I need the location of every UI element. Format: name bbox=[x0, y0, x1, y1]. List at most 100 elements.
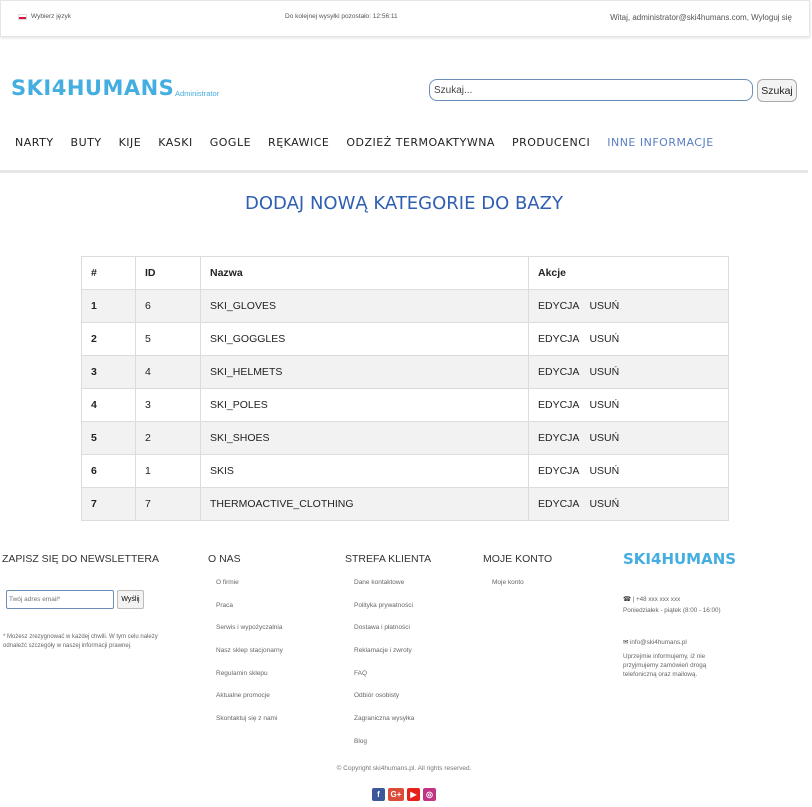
edit-button[interactable]: EDYCJA bbox=[538, 432, 579, 444]
col-header-name: Nazwa bbox=[200, 256, 529, 290]
delete-button[interactable]: USUŃ bbox=[589, 465, 619, 477]
row-name: SKIS bbox=[200, 454, 529, 488]
google-plus-icon[interactable]: G+ bbox=[388, 788, 404, 801]
row-number: 4 bbox=[81, 388, 136, 422]
footer-link[interactable]: Dostawa i płatności bbox=[354, 624, 414, 647]
phone-icon: ☎ bbox=[623, 596, 631, 603]
footer-link[interactable]: Nasz sklep stacjonarny bbox=[216, 647, 283, 670]
footer-onas-title: O NAS bbox=[208, 553, 241, 565]
copyright: © Copyright ski4humans.pl. All rights re… bbox=[336, 765, 472, 772]
footer-link[interactable]: Dane kontaktowe bbox=[354, 579, 414, 602]
footer-link[interactable]: Odbiór osobisty bbox=[354, 692, 414, 715]
col-header-id: ID bbox=[135, 256, 201, 290]
col-header-number: # bbox=[81, 256, 136, 290]
table-row: 2 5 SKI_GOGGLES EDYCJA USUŃ bbox=[81, 322, 729, 356]
nav-item-inne-informacje[interactable]: INNE INFORMACJE bbox=[607, 136, 713, 149]
footer-link[interactable]: Regulamin sklepu bbox=[216, 670, 283, 693]
delete-button[interactable]: USUŃ bbox=[589, 366, 619, 378]
envelope-icon: ✉ bbox=[623, 639, 629, 646]
delete-button[interactable]: USUŃ bbox=[589, 432, 619, 444]
nav-item-buty[interactable]: BUTY bbox=[71, 136, 102, 149]
row-number: 2 bbox=[81, 322, 136, 356]
categories-table: # ID Nazwa Akcje 1 6 SKI_GLOVES EDYCJA US… bbox=[81, 256, 729, 521]
row-actions: EDYCJA USUŃ bbox=[528, 454, 729, 488]
delete-button[interactable]: USUŃ bbox=[589, 399, 619, 411]
footer-link[interactable]: O firmie bbox=[216, 579, 283, 602]
search-button[interactable]: Szukaj bbox=[757, 79, 797, 102]
site-logo[interactable]: SKI4HUMANS bbox=[11, 76, 174, 100]
edit-button[interactable]: EDYCJA bbox=[538, 300, 579, 312]
logo-role-label: Administrator bbox=[175, 89, 220, 98]
table-row: 7 7 THERMOACTIVE_CLOTHING EDYCJA USUŃ bbox=[81, 487, 729, 521]
shipping-countdown: Do kolejnej wysyłki pozostało: 12:56:11 bbox=[285, 13, 398, 20]
poland-flag-icon bbox=[18, 13, 27, 20]
row-id: 4 bbox=[135, 355, 201, 389]
row-actions: EDYCJA USUŃ bbox=[528, 388, 729, 422]
row-number: 3 bbox=[81, 355, 136, 389]
row-actions: EDYCJA USUŃ bbox=[528, 322, 729, 356]
col-header-actions: Akcje bbox=[528, 256, 729, 290]
footer-link[interactable]: Praca bbox=[216, 602, 283, 625]
youtube-icon[interactable]: ▶ bbox=[407, 788, 420, 801]
footer-link[interactable]: Skontaktuj się z nami bbox=[216, 715, 283, 738]
footer-link[interactable]: Aktualne promocje bbox=[216, 692, 283, 715]
phone-number: | +48 xxx xxx xxx bbox=[632, 596, 681, 603]
table-row: 3 4 SKI_HELMETS EDYCJA USUŃ bbox=[81, 355, 729, 389]
table-row: 4 3 SKI_POLES EDYCJA USUŃ bbox=[81, 388, 729, 422]
footer-konto-title: MOJE KONTO bbox=[483, 553, 553, 565]
language-selector[interactable]: Wybierz język bbox=[18, 13, 71, 20]
edit-button[interactable]: EDYCJA bbox=[538, 366, 579, 378]
row-name: SKI_GLOVES bbox=[200, 289, 529, 323]
delete-button[interactable]: USUŃ bbox=[589, 498, 619, 510]
delete-button[interactable]: USUŃ bbox=[589, 333, 619, 345]
row-name: SKI_GOGGLES bbox=[200, 322, 529, 356]
welcome-logout-link[interactable]: Witaj, administrator@ski4humans.com, Wyl… bbox=[610, 13, 792, 22]
footer-link[interactable]: Blog bbox=[354, 738, 414, 761]
newsletter-submit-button[interactable]: Wyślij bbox=[117, 590, 144, 609]
row-name: SKI_HELMETS bbox=[200, 355, 529, 389]
row-actions: EDYCJA USUŃ bbox=[528, 355, 729, 389]
footer-konto-list: Moje konto bbox=[492, 579, 524, 602]
row-number: 7 bbox=[81, 487, 136, 521]
email-address[interactable]: info@ski4humans.pl bbox=[630, 639, 687, 646]
nav-item-gogle[interactable]: GOGLE bbox=[210, 136, 251, 149]
language-label: Wybierz język bbox=[31, 13, 72, 20]
footer-link[interactable]: FAQ bbox=[354, 670, 414, 693]
nav-item-rekawice[interactable]: RĘKAWICE bbox=[268, 136, 329, 149]
row-name: THERMOACTIVE_CLOTHING bbox=[200, 487, 529, 521]
row-name: SKI_SHOES bbox=[200, 421, 529, 455]
row-number: 5 bbox=[81, 421, 136, 455]
table-row: 6 1 SKIS EDYCJA USUŃ bbox=[81, 454, 729, 488]
nav-item-kaski[interactable]: KASKI bbox=[158, 136, 193, 149]
edit-button[interactable]: EDYCJA bbox=[538, 498, 579, 510]
edit-button[interactable]: EDYCJA bbox=[538, 333, 579, 345]
nav-item-narty[interactable]: NARTY bbox=[15, 136, 54, 149]
footer-logo[interactable]: SKI4HUMANS bbox=[623, 550, 736, 568]
footer-hours: Poniedziałek - piątek (8:00 - 16:00) bbox=[623, 607, 721, 614]
nav-divider bbox=[0, 170, 808, 173]
newsletter-email-input[interactable] bbox=[6, 590, 114, 609]
row-id: 1 bbox=[135, 454, 201, 488]
search-input[interactable] bbox=[429, 79, 753, 101]
row-actions: EDYCJA USUŃ bbox=[528, 289, 729, 323]
nav-item-odziez[interactable]: ODZIEŻ TERMOAKTYWNA bbox=[346, 136, 495, 149]
main-navigation: NARTY BUTY KIJE KASKI GOGLE RĘKAWICE ODZ… bbox=[15, 136, 731, 149]
instagram-icon[interactable]: ◎ bbox=[423, 788, 436, 801]
footer-link[interactable]: Polityka prywatności bbox=[354, 602, 414, 625]
footer-email[interactable]: ✉ info@ski4humans.pl bbox=[623, 638, 687, 647]
edit-button[interactable]: EDYCJA bbox=[538, 465, 579, 477]
top-bar: Wybierz język Do kolejnej wysyłki pozost… bbox=[0, 0, 810, 37]
edit-button[interactable]: EDYCJA bbox=[538, 399, 579, 411]
row-actions: EDYCJA USUŃ bbox=[528, 421, 729, 455]
nav-item-producenci[interactable]: PRODUCENCI bbox=[512, 136, 590, 149]
footer-link[interactable]: Serwis i wypożyczalnia bbox=[216, 624, 283, 647]
delete-button[interactable]: USUŃ bbox=[589, 300, 619, 312]
footer-link[interactable]: Reklamacje i zwroty bbox=[354, 647, 414, 670]
footer-phone: ☎ | +48 xxx xxx xxx bbox=[623, 595, 680, 604]
nav-item-kije[interactable]: KIJE bbox=[119, 136, 142, 149]
facebook-icon[interactable]: f bbox=[372, 788, 385, 801]
footer-link[interactable]: Zagraniczna wysyłka bbox=[354, 715, 414, 738]
footer-strefa-list: Dane kontaktowe Polityka prywatności Dos… bbox=[354, 579, 414, 761]
footer-link[interactable]: Moje konto bbox=[492, 579, 524, 602]
table-row: 5 2 SKI_SHOES EDYCJA USUŃ bbox=[81, 421, 729, 455]
